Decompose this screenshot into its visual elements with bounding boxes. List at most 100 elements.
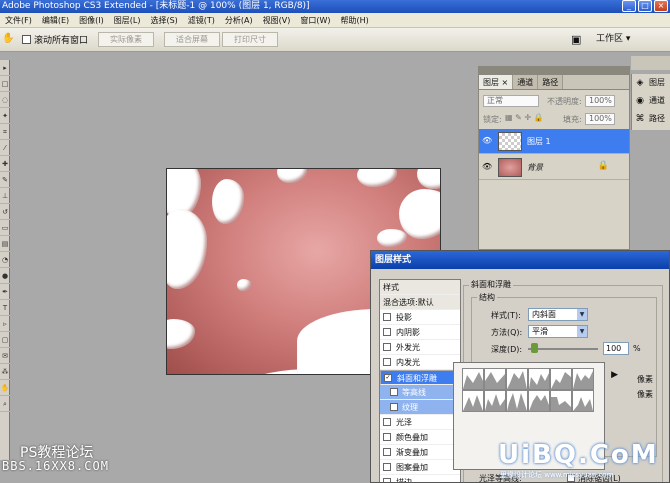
tab-paths[interactable]: 路径 bbox=[538, 75, 564, 89]
workspace-icon[interactable]: ▣ bbox=[571, 33, 587, 46]
visibility-eye-icon[interactable]: 👁 bbox=[482, 136, 492, 145]
depth-slider-handle[interactable] bbox=[531, 343, 538, 353]
contour-swatch[interactable] bbox=[506, 390, 528, 412]
shape-tool-icon[interactable]: ▢ bbox=[0, 332, 10, 348]
magic-wand-tool-icon[interactable]: ✦ bbox=[0, 108, 10, 124]
minimize-button[interactable]: _ bbox=[622, 0, 636, 12]
layer-row-background[interactable]: 👁 背景 🔒 bbox=[479, 155, 629, 180]
picker-menu-icon[interactable]: ▶ bbox=[611, 370, 618, 380]
type-tool-icon[interactable]: T bbox=[0, 300, 10, 316]
bevel-style-select[interactable]: 内斜面 ▼ bbox=[528, 308, 588, 321]
hand-tool-icon[interactable]: ✋ bbox=[0, 380, 10, 396]
checkbox[interactable] bbox=[390, 388, 398, 396]
print-size-button[interactable]: 打印尺寸 bbox=[222, 32, 278, 47]
checkbox[interactable] bbox=[383, 478, 391, 482]
menu-help[interactable]: 帮助(H) bbox=[336, 13, 374, 28]
checkbox[interactable] bbox=[383, 313, 391, 321]
maximize-button[interactable]: □ bbox=[638, 0, 652, 12]
fit-screen-button[interactable]: 适合屏幕 bbox=[164, 32, 220, 47]
style-item-inner-glow[interactable]: 内发光 bbox=[380, 355, 460, 370]
healing-tool-icon[interactable]: ✚ bbox=[0, 156, 10, 172]
gradient-tool-icon[interactable]: ▤ bbox=[0, 236, 10, 252]
checkbox[interactable] bbox=[383, 328, 391, 336]
contour-swatch[interactable] bbox=[550, 368, 572, 390]
checkbox[interactable] bbox=[383, 343, 391, 351]
style-item-drop-shadow[interactable]: 投影 bbox=[380, 310, 460, 325]
fill-input[interactable]: 100% bbox=[585, 113, 615, 125]
depth-slider-track[interactable] bbox=[528, 348, 598, 350]
style-item-bevel-emboss[interactable]: ✓ 斜面和浮雕 bbox=[380, 370, 460, 385]
checkbox-checked[interactable]: ✓ bbox=[384, 374, 392, 382]
menu-edit[interactable]: 编辑(E) bbox=[37, 13, 74, 28]
path-select-tool-icon[interactable]: ▹ bbox=[0, 316, 10, 332]
style-item-outer-glow[interactable]: 外发光 bbox=[380, 340, 460, 355]
tab-layers[interactable]: 图层 × bbox=[479, 75, 514, 89]
checkbox[interactable] bbox=[383, 358, 391, 366]
contour-swatch[interactable] bbox=[550, 390, 572, 412]
dock-item-layers[interactable]: ◈ 图层 bbox=[632, 74, 670, 91]
contour-swatch[interactable] bbox=[528, 368, 550, 390]
marquee-tool-icon[interactable]: □ bbox=[0, 76, 10, 92]
lock-icons[interactable]: ▦ ✎ ✛ 🔒 bbox=[505, 113, 544, 122]
contour-swatch[interactable] bbox=[462, 390, 484, 412]
crop-tool-icon[interactable]: ⌗ bbox=[0, 124, 10, 140]
dodge-tool-icon[interactable]: ● bbox=[0, 268, 10, 284]
menu-file[interactable]: 文件(F) bbox=[0, 13, 37, 28]
contour-swatch[interactable] bbox=[484, 390, 506, 412]
checkbox[interactable] bbox=[390, 403, 398, 411]
dock-item-channels[interactable]: ◉ 通道 bbox=[632, 92, 670, 109]
eraser-tool-icon[interactable]: ▭ bbox=[0, 220, 10, 236]
style-item-gradient-overlay[interactable]: 渐变叠加 bbox=[380, 445, 460, 460]
menu-window[interactable]: 窗口(W) bbox=[295, 13, 335, 28]
move-tool-icon[interactable]: ▸ bbox=[0, 60, 10, 76]
contour-swatch[interactable] bbox=[572, 390, 594, 412]
blending-options-item[interactable]: 混合选项:默认 bbox=[380, 295, 460, 310]
style-item-satin[interactable]: 光泽 bbox=[380, 415, 460, 430]
technique-select[interactable]: 平滑 ▼ bbox=[528, 325, 588, 338]
checkbox[interactable] bbox=[383, 433, 391, 441]
style-item-stroke[interactable]: 描边 bbox=[380, 475, 460, 482]
menu-filter[interactable]: 滤镜(T) bbox=[183, 13, 220, 28]
checkbox[interactable] bbox=[383, 418, 391, 426]
brush-tool-icon[interactable]: ✎ bbox=[0, 172, 10, 188]
menu-image[interactable]: 图像(I) bbox=[74, 13, 109, 28]
menu-select[interactable]: 选择(S) bbox=[145, 13, 182, 28]
blur-tool-icon[interactable]: ◔ bbox=[0, 252, 10, 268]
pen-tool-icon[interactable]: ✒ bbox=[0, 284, 10, 300]
workspace-button[interactable]: 工作区 ▾ bbox=[596, 32, 630, 47]
eyedropper-tool-icon[interactable]: ⁂ bbox=[0, 364, 10, 380]
actual-pixels-button[interactable]: 实际像素 bbox=[98, 32, 154, 47]
style-item-inner-shadow[interactable]: 内阴影 bbox=[380, 325, 460, 340]
menu-layer[interactable]: 图层(L) bbox=[109, 13, 146, 28]
zoom-tool-icon[interactable]: ⌕ bbox=[0, 396, 10, 412]
stamp-tool-icon[interactable]: ⊥ bbox=[0, 188, 10, 204]
contour-swatch[interactable] bbox=[506, 368, 528, 390]
style-item-color-overlay[interactable]: 颜色叠加 bbox=[380, 430, 460, 445]
opacity-input[interactable]: 100% bbox=[585, 95, 615, 107]
visibility-eye-icon[interactable]: 👁 bbox=[482, 162, 492, 171]
blend-mode-select[interactable]: 正常 bbox=[483, 95, 539, 107]
contour-swatch[interactable] bbox=[484, 368, 506, 390]
dock-item-paths[interactable]: ⌘ 路径 bbox=[632, 110, 670, 127]
layer-row-layer1[interactable]: 👁 图层 1 bbox=[479, 129, 629, 154]
notes-tool-icon[interactable]: ✉ bbox=[0, 348, 10, 364]
history-brush-tool-icon[interactable]: ↺ bbox=[0, 204, 10, 220]
checkbox[interactable] bbox=[383, 463, 391, 471]
scroll-all-windows-checkbox[interactable] bbox=[22, 35, 31, 44]
contour-swatch[interactable] bbox=[572, 368, 594, 390]
styles-header[interactable]: 样式 bbox=[380, 280, 460, 295]
contour-swatch[interactable] bbox=[528, 390, 550, 412]
style-item-pattern-overlay[interactable]: 图案叠加 bbox=[380, 460, 460, 475]
lasso-tool-icon[interactable]: ◌ bbox=[0, 92, 10, 108]
style-item-contour[interactable]: 等高线 bbox=[380, 385, 460, 400]
style-item-texture[interactable]: 纹理 bbox=[380, 400, 460, 415]
menu-view[interactable]: 视图(V) bbox=[258, 13, 296, 28]
contour-swatch[interactable] bbox=[462, 368, 484, 390]
menu-analysis[interactable]: 分析(A) bbox=[220, 13, 258, 28]
depth-input[interactable]: 100 bbox=[603, 342, 629, 355]
close-button[interactable]: × bbox=[654, 0, 668, 12]
checkbox[interactable] bbox=[383, 448, 391, 456]
tab-channels[interactable]: 通道 bbox=[513, 75, 539, 89]
slice-tool-icon[interactable]: ⁄ bbox=[0, 140, 10, 156]
hand-tool-icon[interactable]: ✋ bbox=[2, 33, 14, 47]
